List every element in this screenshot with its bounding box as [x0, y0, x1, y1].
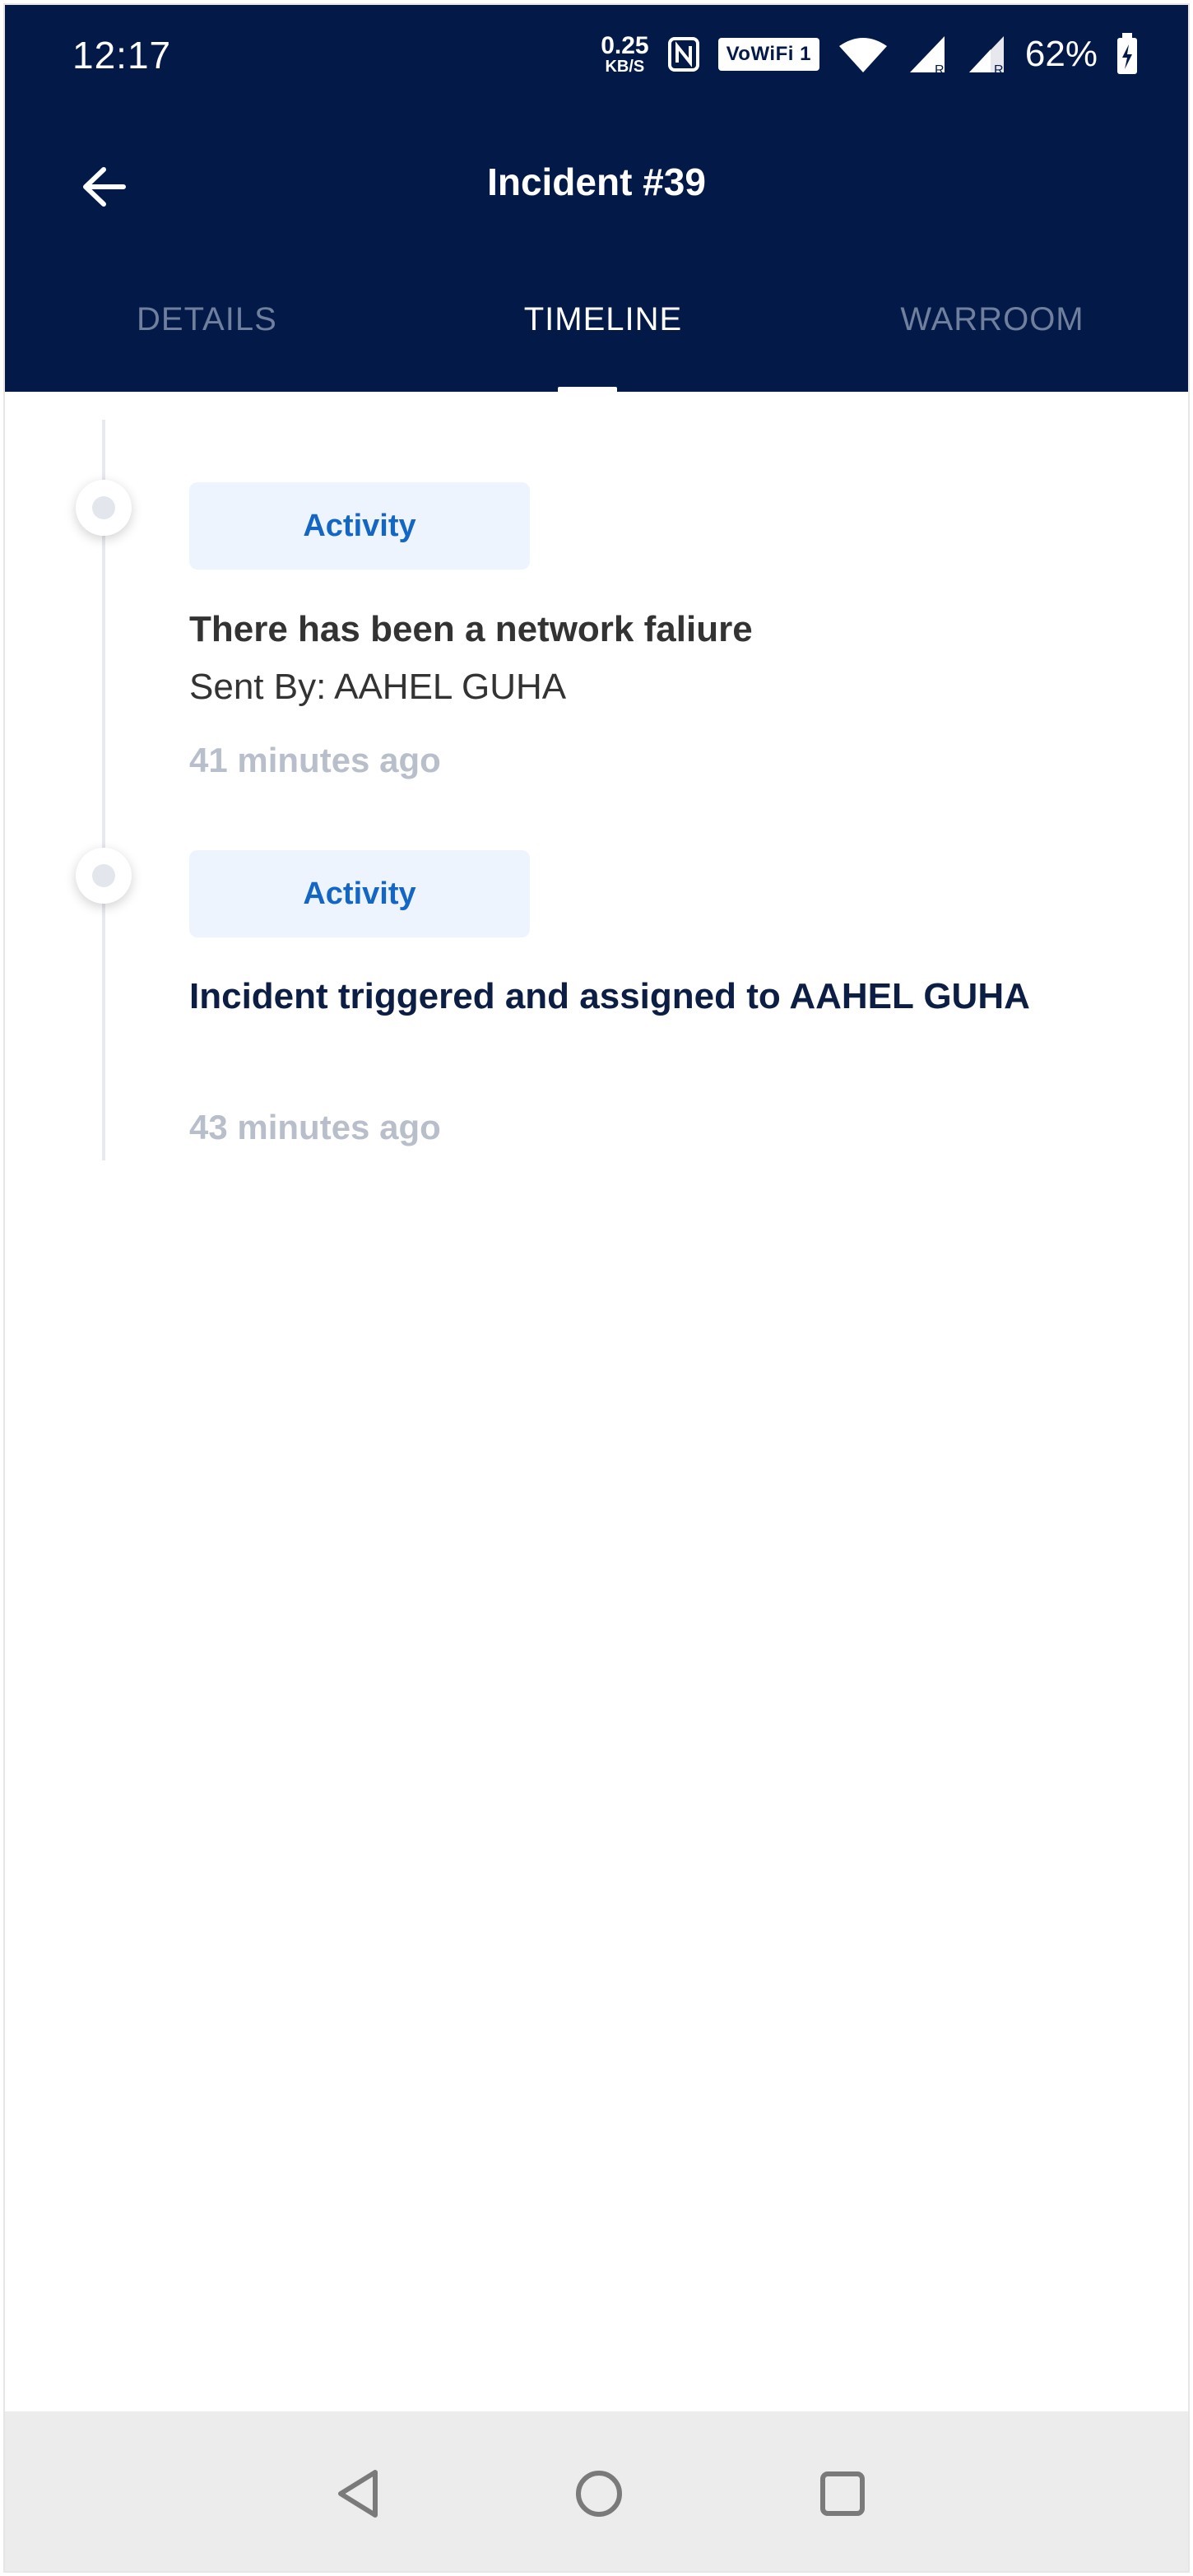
net-speed-value: 0.25 [601, 32, 649, 59]
battery-icon [1117, 33, 1137, 74]
nav-home-button[interactable] [566, 2461, 632, 2527]
timeline-item-time: 41 minutes ago [189, 741, 441, 779]
page-title: Incident #39 [487, 160, 706, 203]
vowifi-badge: VoWiFi 1 [717, 38, 819, 71]
net-speed: 0.25 KB/S [601, 32, 649, 76]
svg-text:R: R [994, 63, 1004, 76]
nav-recent-button[interactable] [810, 2461, 875, 2527]
app-header: 12:17 0.25 KB/S VoWiFi 1 R R 62% Inciden… [5, 5, 1188, 393]
battery-percent: 62% [1024, 34, 1098, 74]
circle-home-icon [576, 2471, 622, 2517]
tab-details[interactable]: DETAILS [137, 301, 276, 359]
activity-badge[interactable]: Activity [189, 482, 530, 570]
net-speed-unit: KB/S [605, 58, 645, 76]
active-tab-indicator [558, 387, 617, 393]
tab-warroom[interactable]: WARROOM [894, 301, 1091, 359]
nfc-icon [667, 37, 699, 72]
app-screen: 12:17 0.25 KB/S VoWiFi 1 R R 62% Inciden… [5, 5, 1188, 2571]
tab-bar: DETAILS TIMELINE WARROOM [5, 285, 1188, 393]
timeline-item-title: Incident triggered and assigned to AAHEL… [189, 976, 1030, 1016]
triangle-back-icon [338, 2470, 378, 2518]
nav-back-button[interactable] [327, 2461, 393, 2527]
timeline-item-title: There has been a network faliure [189, 609, 753, 649]
timeline-dot [76, 480, 132, 536]
status-time: 12:17 [72, 34, 172, 77]
svg-text:R: R [935, 63, 945, 76]
timeline-item-time: 43 minutes ago [189, 1108, 441, 1146]
tab-timeline[interactable]: TIMELINE [515, 301, 691, 359]
signal-icon: R [909, 36, 945, 76]
system-navigation-bar [5, 2411, 1188, 2571]
wifi-icon [838, 38, 887, 72]
timeline-dot [76, 848, 132, 904]
timeline-item-sender: Sent By: AAHEL GUHA [189, 667, 567, 707]
activity-badge[interactable]: Activity [189, 850, 530, 937]
square-recent-icon [820, 2471, 865, 2516]
signal-icon-2: R [968, 36, 1004, 76]
top-app-bar: Incident #39 [5, 137, 1188, 235]
status-icons: 0.25 KB/S VoWiFi 1 R R 62% [601, 30, 1139, 79]
